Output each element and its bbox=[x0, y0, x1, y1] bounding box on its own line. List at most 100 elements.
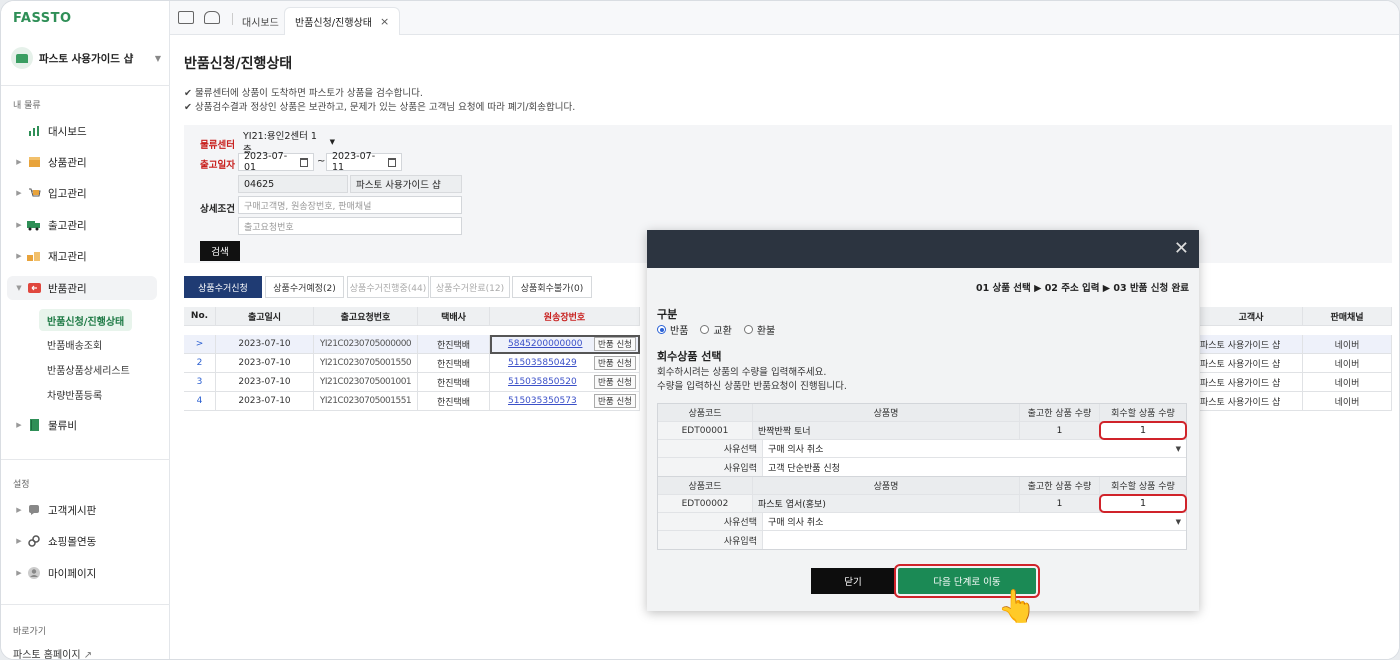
tab-pickup-scheduled[interactable]: 상품수거예정(2) bbox=[265, 276, 344, 298]
return-request-button[interactable]: 반품 신청 bbox=[594, 356, 636, 370]
return-request-button[interactable]: 반품 신청 bbox=[594, 375, 636, 389]
item-name: 파스토 엽서(홍보) bbox=[753, 495, 1020, 512]
link-icon bbox=[27, 534, 41, 548]
radio-refund[interactable]: 환불 bbox=[743, 322, 775, 337]
reason-input-label: 사유입력 bbox=[658, 458, 763, 476]
logo[interactable]: FASSTO bbox=[13, 11, 72, 26]
table-row[interactable]: 4 2023-07-10 YI21C0230705001551 한진택배 515… bbox=[184, 392, 640, 411]
table-row[interactable]: > 2023-07-10 YI21C0230705000000 한진택배 584… bbox=[184, 335, 640, 354]
return-qty-input[interactable]: 1 bbox=[1099, 494, 1187, 513]
table-header: 고객사 판매채널 bbox=[1200, 307, 1392, 326]
sidebar-toggle-icon[interactable] bbox=[178, 11, 194, 24]
divider bbox=[1, 459, 170, 460]
chevron-down-icon: ▼ bbox=[1175, 517, 1181, 526]
cell-courier: 한진택배 bbox=[418, 373, 490, 392]
detail-search-input[interactable]: 구매고객명, 원송장번호, 판매채널 bbox=[238, 196, 462, 214]
sidebar-item-mall[interactable]: ▶ 쇼핑몰연동 bbox=[1, 529, 170, 553]
reason-select-label: 사유선택 bbox=[658, 440, 763, 457]
sidebar-item-dashboard[interactable]: 대시보드 bbox=[1, 119, 170, 143]
radio-exchange[interactable]: 교환 bbox=[700, 322, 732, 337]
item-code: EDT00002 bbox=[658, 495, 753, 512]
table-row[interactable]: 2 2023-07-10 YI21C0230705001550 한진택배 515… bbox=[184, 354, 640, 373]
reason-input[interactable] bbox=[763, 531, 1186, 549]
return-qty-field[interactable]: 1 bbox=[1099, 421, 1187, 440]
box-icon bbox=[27, 155, 41, 169]
sidebar-item-board[interactable]: ▶ 고객게시판 bbox=[1, 498, 170, 522]
chevron-right-icon: ▶ bbox=[16, 421, 22, 429]
calendar-icon[interactable] bbox=[299, 157, 308, 167]
sidebar-item-products[interactable]: ▶ 상품관리 bbox=[1, 150, 170, 174]
date-from-value: 2023-07-01 bbox=[244, 151, 288, 173]
reason-select[interactable]: 구매 의사 취소 ▼ bbox=[763, 440, 1186, 457]
sidebar-item-label: 고객게시판 bbox=[48, 504, 97, 517]
sidebar-item-fee[interactable]: ▶ 물류비 bbox=[1, 413, 170, 437]
table-row[interactable]: 3 2023-07-10 YI21C0230705001001 한진택배 515… bbox=[184, 373, 640, 392]
date-from-input[interactable]: 2023-07-01 bbox=[238, 151, 314, 173]
search-button[interactable]: 검색 bbox=[200, 241, 240, 261]
tab-pickup-complete[interactable]: 상품수거완료(12) bbox=[430, 276, 510, 298]
radio-dot bbox=[700, 325, 710, 334]
date-to-input[interactable]: 2023-07-11 bbox=[326, 151, 402, 173]
close-icon[interactable]: ✕ bbox=[1174, 238, 1189, 259]
reason-select[interactable]: 구매 의사 취소 ▼ bbox=[763, 513, 1186, 530]
item-grid-2: 상품코드 상품명 출고한 상품 수량 회수할 상품 수량 EDT00002 파스… bbox=[657, 476, 1187, 550]
radio-dot bbox=[657, 325, 666, 334]
sidebar-item-inventory[interactable]: ▶ 재고관리 bbox=[1, 244, 170, 268]
row-expand[interactable]: > bbox=[184, 335, 216, 354]
app-window: FASSTO 파스토 사용가이드 샵 ▼ 내 물류 대시보드 ▶ 상품관리 ▶ … bbox=[0, 0, 1400, 660]
invoice-link[interactable]: 515035850429 bbox=[508, 358, 577, 368]
invoice-link[interactable]: 5845200000000 bbox=[508, 339, 582, 349]
invoice-link[interactable]: 515035850520 bbox=[508, 377, 577, 387]
col-header: 판매채널 bbox=[1303, 307, 1392, 326]
tab-pickup-failed[interactable]: 상품회수불가(0) bbox=[512, 276, 592, 298]
settings-cloud-icon[interactable] bbox=[204, 11, 220, 24]
cell-no: 3 bbox=[184, 373, 216, 392]
shop-selector[interactable]: 파스토 사용가이드 샵 ▼ bbox=[11, 45, 161, 71]
sidebar-item-returns[interactable]: ▼ 반품관리 bbox=[7, 276, 157, 300]
radio-return[interactable]: 반품 bbox=[657, 322, 688, 337]
tab-dashboard[interactable]: 대시보드 bbox=[232, 7, 289, 35]
cell-channel: 네이버 bbox=[1303, 392, 1392, 411]
table-header: No. 출고일시 출고요청번호 택배사 원송장번호 bbox=[184, 307, 640, 326]
cell-courier: 한진택배 bbox=[418, 335, 490, 354]
sidebar-sub-return-detail[interactable]: 반품상품상세리스트 bbox=[39, 358, 138, 380]
center-select[interactable]: YI21:용인2센터 1층 ▼ bbox=[238, 131, 340, 156]
sidebar-sub-return-tracking[interactable]: 반품배송조회 bbox=[39, 333, 110, 355]
sidebar-item-outbound[interactable]: ▶ 출고관리 bbox=[1, 213, 170, 237]
cell-invoice: 515035350573 반품 신청 bbox=[490, 392, 640, 411]
return-request-button[interactable]: 반품 신청 bbox=[594, 337, 636, 351]
tab-label: 대시보드 bbox=[242, 17, 279, 29]
sidebar-sub-return-request[interactable]: 반품신청/진행상태 bbox=[39, 309, 133, 331]
homepage-link[interactable]: 파스토 홈페이지 ↗ bbox=[13, 646, 93, 660]
invoice-link[interactable]: 515035350573 bbox=[508, 396, 577, 406]
type-radio-group: 반품 교환 환불 bbox=[657, 322, 787, 337]
cell-no: 4 bbox=[184, 392, 216, 411]
request-number-input[interactable]: 출고요청번호 bbox=[238, 217, 462, 235]
reason-input[interactable]: 고객 단순반품 신청 bbox=[763, 458, 1186, 476]
tab-pickup-request[interactable]: 상품수거신청 bbox=[184, 276, 262, 298]
tab-label: 반품신청/진행상태 bbox=[295, 18, 372, 29]
grid-header: 출고한 상품 수량 bbox=[1020, 477, 1100, 494]
return-qty-field[interactable]: 1 bbox=[1099, 494, 1187, 513]
col-header: 출고일시 bbox=[216, 307, 314, 326]
item-out-qty: 1 bbox=[1020, 422, 1100, 439]
close-button[interactable]: 닫기 bbox=[811, 568, 895, 594]
sidebar-item-mypage[interactable]: ▶ 마이페이지 bbox=[1, 561, 170, 585]
sidebar-item-label: 마이페이지 bbox=[48, 567, 97, 580]
grid-header: 상품명 bbox=[753, 477, 1020, 494]
sidebar-item-inbound[interactable]: ▶ 입고관리 bbox=[1, 181, 170, 205]
tab-return-status[interactable]: 반품신청/진행상태 × bbox=[284, 7, 401, 35]
reason-select-row: 사유선택 구매 의사 취소 ▼ bbox=[658, 513, 1186, 531]
grid-header: 출고한 상품 수량 bbox=[1020, 404, 1100, 421]
shop-field: 파스토 사용가이드 샵 bbox=[350, 175, 462, 193]
close-icon[interactable]: × bbox=[380, 15, 389, 28]
tab-pickup-progress[interactable]: 상품수거진행중(44) bbox=[347, 276, 429, 298]
reason-value: 구매 의사 취소 bbox=[768, 445, 824, 455]
return-qty-input[interactable]: 1 bbox=[1099, 421, 1187, 440]
external-link-icon: ↗ bbox=[83, 650, 93, 660]
sidebar-sub-vehicle-return[interactable]: 차량반품등록 bbox=[39, 383, 110, 405]
chevron-right-icon: ▶ bbox=[16, 189, 22, 197]
return-request-button[interactable]: 반품 신청 bbox=[594, 394, 636, 408]
calendar-icon[interactable] bbox=[387, 157, 396, 167]
detail-label: 상세조건 bbox=[200, 204, 235, 215]
